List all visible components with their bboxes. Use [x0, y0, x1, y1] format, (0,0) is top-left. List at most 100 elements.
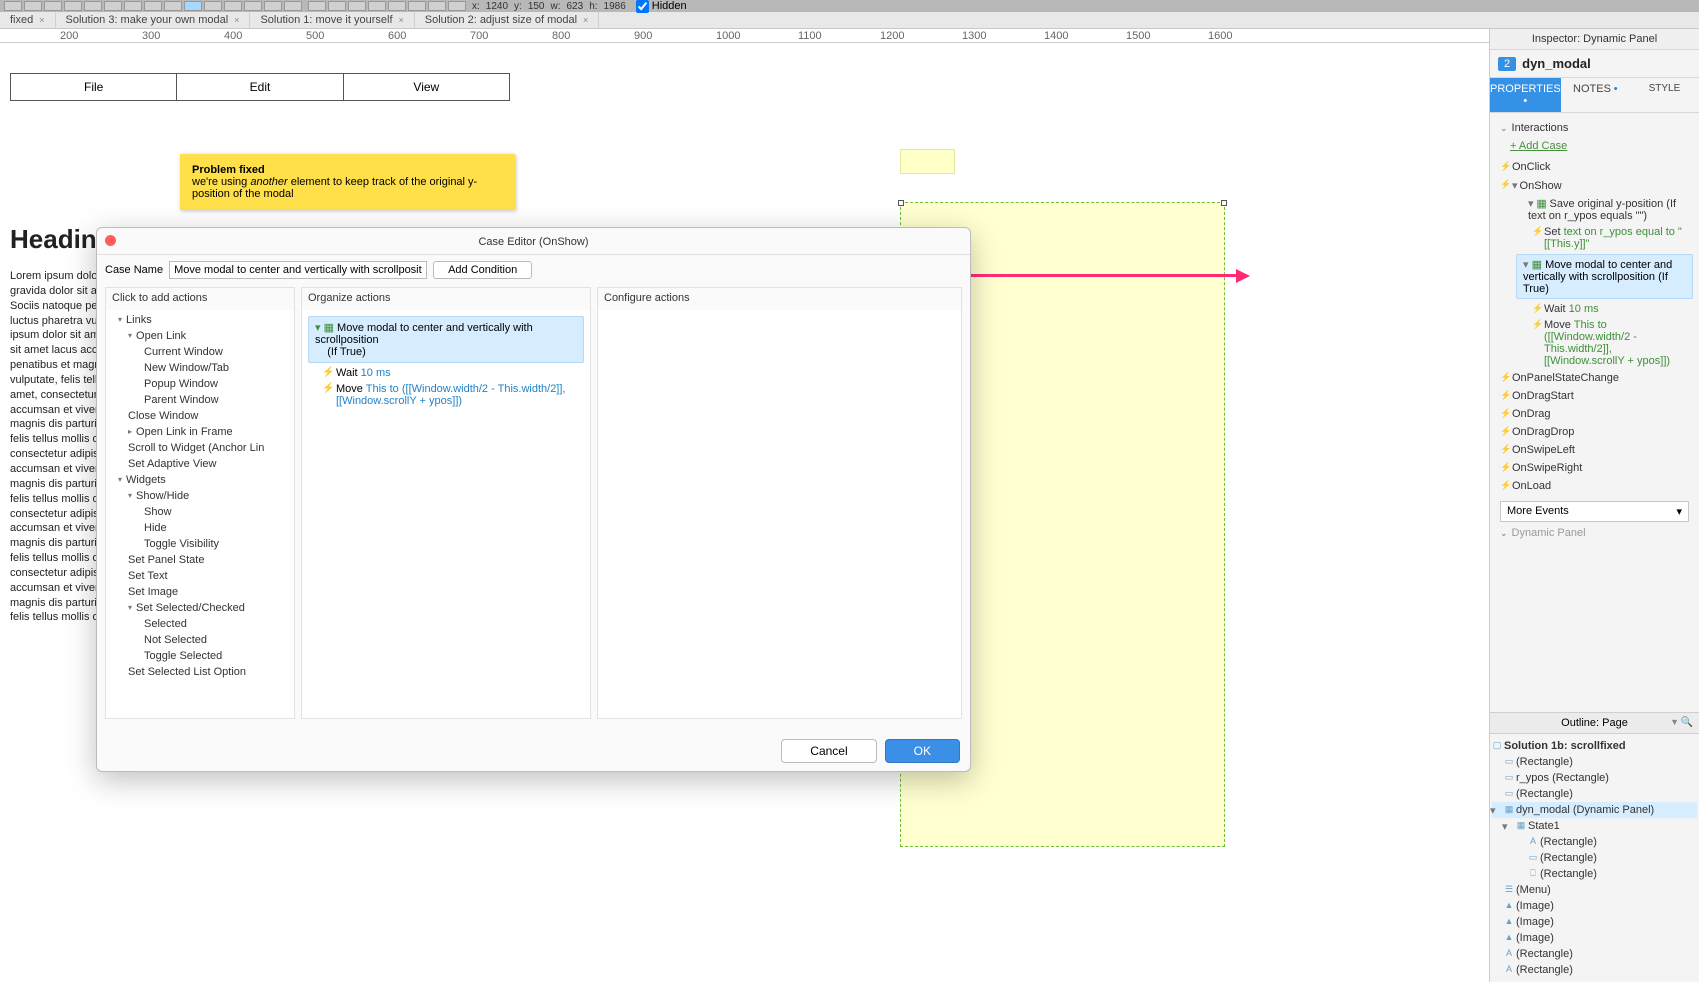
toolbar-icon[interactable]: [224, 1, 242, 11]
case-name-input[interactable]: [169, 261, 427, 279]
outline-row[interactable]: ▾▦dyn_modal (Dynamic Panel): [1492, 802, 1697, 818]
event-onswipeleft[interactable]: ⚡OnSwipeLeft: [1494, 441, 1695, 459]
tree-set-image[interactable]: Set Image: [110, 584, 290, 600]
tab-notes[interactable]: NOTES •: [1561, 78, 1630, 112]
filter-icon[interactable]: ▼: [1670, 717, 1679, 727]
tree-set-adaptive[interactable]: Set Adaptive View: [110, 456, 290, 472]
toolbar-icon[interactable]: [84, 1, 102, 11]
toolbar-icon[interactable]: [388, 1, 406, 11]
action-move[interactable]: ⚡Move This to ([[Window.width/2 - This.w…: [1494, 317, 1695, 369]
add-case-link[interactable]: + Add Case: [1494, 137, 1695, 158]
close-icon[interactable]: ×: [583, 15, 588, 25]
toolbar-icon[interactable]: [284, 1, 302, 11]
toolbar-icon[interactable]: [428, 1, 446, 11]
ok-button[interactable]: OK: [885, 739, 960, 763]
organize-action-wait[interactable]: ⚡ Wait 10 ms: [308, 365, 584, 381]
menu-view[interactable]: View: [344, 74, 509, 100]
outline-row[interactable]: A(Rectangle): [1492, 962, 1697, 978]
outline-tree[interactable]: ▢Solution 1b: scrollfixed ▭(Rectangle)▭r…: [1490, 734, 1699, 982]
page-tab[interactable]: fixed×: [0, 12, 56, 28]
menu-edit[interactable]: Edit: [177, 74, 343, 100]
outline-row[interactable]: ▲(Image): [1492, 898, 1697, 914]
toolbar-icon[interactable]: [144, 1, 162, 11]
toolbar-icon[interactable]: [64, 1, 82, 11]
more-events-select[interactable]: More Events▾: [1500, 501, 1689, 522]
outline-row[interactable]: ▭(Rectangle): [1492, 850, 1697, 866]
outline-row[interactable]: ▭(Rectangle): [1492, 754, 1697, 770]
actions-tree[interactable]: Links Open Link Current Window New Windo…: [106, 310, 294, 718]
outline-row[interactable]: ▭(Rectangle): [1492, 786, 1697, 802]
tree-selected[interactable]: Selected: [110, 616, 290, 632]
toolbar-icon[interactable]: [448, 1, 466, 11]
hidden-checkbox-input[interactable]: [636, 0, 649, 13]
page-tab[interactable]: Solution 1: move it yourself×: [250, 12, 414, 28]
add-condition-button[interactable]: Add Condition: [433, 261, 532, 279]
tree-set-selected-list[interactable]: Set Selected List Option: [110, 664, 290, 680]
event-ondragstart[interactable]: ⚡OnDragStart: [1494, 387, 1695, 405]
outline-page[interactable]: ▢Solution 1b: scrollfixed: [1492, 738, 1697, 754]
toolbar-icon[interactable]: [328, 1, 346, 11]
organize-case[interactable]: ▾ ▦ Move modal to center and vertically …: [308, 316, 584, 363]
toolbar-icon[interactable]: [164, 1, 182, 11]
page-tab[interactable]: Solution 3: make your own modal×: [56, 12, 251, 28]
organize-action-move[interactable]: ⚡ Move This to ([[Window.width/2 - This.…: [308, 381, 584, 409]
tree-show[interactable]: Show: [110, 504, 290, 520]
close-icon[interactable]: ×: [399, 15, 404, 25]
tree-toggle-vis[interactable]: Toggle Visibility: [110, 536, 290, 552]
outline-row[interactable]: ⎕(Rectangle): [1492, 866, 1697, 882]
resize-handle[interactable]: [898, 200, 904, 206]
event-ondragdrop[interactable]: ⚡OnDragDrop: [1494, 423, 1695, 441]
toolbar-icon[interactable]: [184, 1, 202, 11]
tree-popup-window[interactable]: Popup Window: [110, 376, 290, 392]
interactions-section[interactable]: ⌄Interactions: [1494, 119, 1695, 137]
toolbar-icon[interactable]: [308, 1, 326, 11]
event-onclick[interactable]: ⚡OnClick: [1494, 158, 1695, 176]
tree-hide[interactable]: Hide: [110, 520, 290, 536]
close-icon[interactable]: ×: [39, 15, 44, 25]
toolbar-icon[interactable]: [24, 1, 42, 11]
tab-properties[interactable]: PROPERTIES •: [1490, 78, 1561, 112]
outline-row[interactable]: ▲(Image): [1492, 930, 1697, 946]
tree-set-selected[interactable]: Set Selected/Checked: [110, 600, 290, 616]
event-onshow[interactable]: ⚡▾OnShow: [1494, 176, 1695, 195]
tree-toggle-selected[interactable]: Toggle Selected: [110, 648, 290, 664]
toolbar-icon[interactable]: [408, 1, 426, 11]
close-icon[interactable]: [105, 235, 116, 246]
tree-widgets[interactable]: Widgets: [110, 472, 290, 488]
r-ypos-widget[interactable]: [900, 149, 955, 174]
outline-row[interactable]: ▭r_ypos (Rectangle): [1492, 770, 1697, 786]
case-move-modal[interactable]: ▾ ▦ Move modal to center and vertically …: [1516, 254, 1693, 299]
cancel-button[interactable]: Cancel: [781, 739, 876, 763]
dynamic-panel-section[interactable]: ⌄Dynamic Panel: [1494, 524, 1695, 542]
tree-show-hide[interactable]: Show/Hide: [110, 488, 290, 504]
toolbar-icon[interactable]: [244, 1, 262, 11]
search-icon[interactable]: 🔍: [1681, 717, 1693, 728]
toolbar-icon[interactable]: [368, 1, 386, 11]
tree-not-selected[interactable]: Not Selected: [110, 632, 290, 648]
outline-row[interactable]: ☰(Menu): [1492, 882, 1697, 898]
tree-open-link[interactable]: Open Link: [110, 328, 290, 344]
toolbar-icon[interactable]: [44, 1, 62, 11]
case-save-ypos[interactable]: ▾ ▦ Save original y-position (If text on…: [1494, 195, 1695, 224]
tree-set-text[interactable]: Set Text: [110, 568, 290, 584]
toolbar-icon[interactable]: [348, 1, 366, 11]
toolbar-icon[interactable]: [124, 1, 142, 11]
toolbar-icon[interactable]: [4, 1, 22, 11]
tree-open-link-frame[interactable]: Open Link in Frame: [110, 424, 290, 440]
tree-close-window[interactable]: Close Window: [110, 408, 290, 424]
outline-row[interactable]: ▾▦State1: [1492, 818, 1697, 834]
resize-handle[interactable]: [1221, 200, 1227, 206]
tree-current-window[interactable]: Current Window: [110, 344, 290, 360]
menu-file[interactable]: File: [11, 74, 177, 100]
tree-parent-window[interactable]: Parent Window: [110, 392, 290, 408]
tree-new-window[interactable]: New Window/Tab: [110, 360, 290, 376]
event-onpanelstate[interactable]: ⚡OnPanelStateChange: [1494, 369, 1695, 387]
toolbar-icon[interactable]: [204, 1, 222, 11]
page-tab[interactable]: Solution 2: adjust size of modal×: [415, 12, 600, 28]
action-wait[interactable]: ⚡Wait 10 ms: [1494, 301, 1695, 317]
toolbar-icon[interactable]: [104, 1, 122, 11]
toolbar-icon[interactable]: [264, 1, 282, 11]
canvas[interactable]: 2003004005006007008009001000110012001300…: [0, 29, 1489, 982]
tree-links[interactable]: Links: [110, 312, 290, 328]
widget-name[interactable]: dyn_modal: [1522, 56, 1591, 71]
